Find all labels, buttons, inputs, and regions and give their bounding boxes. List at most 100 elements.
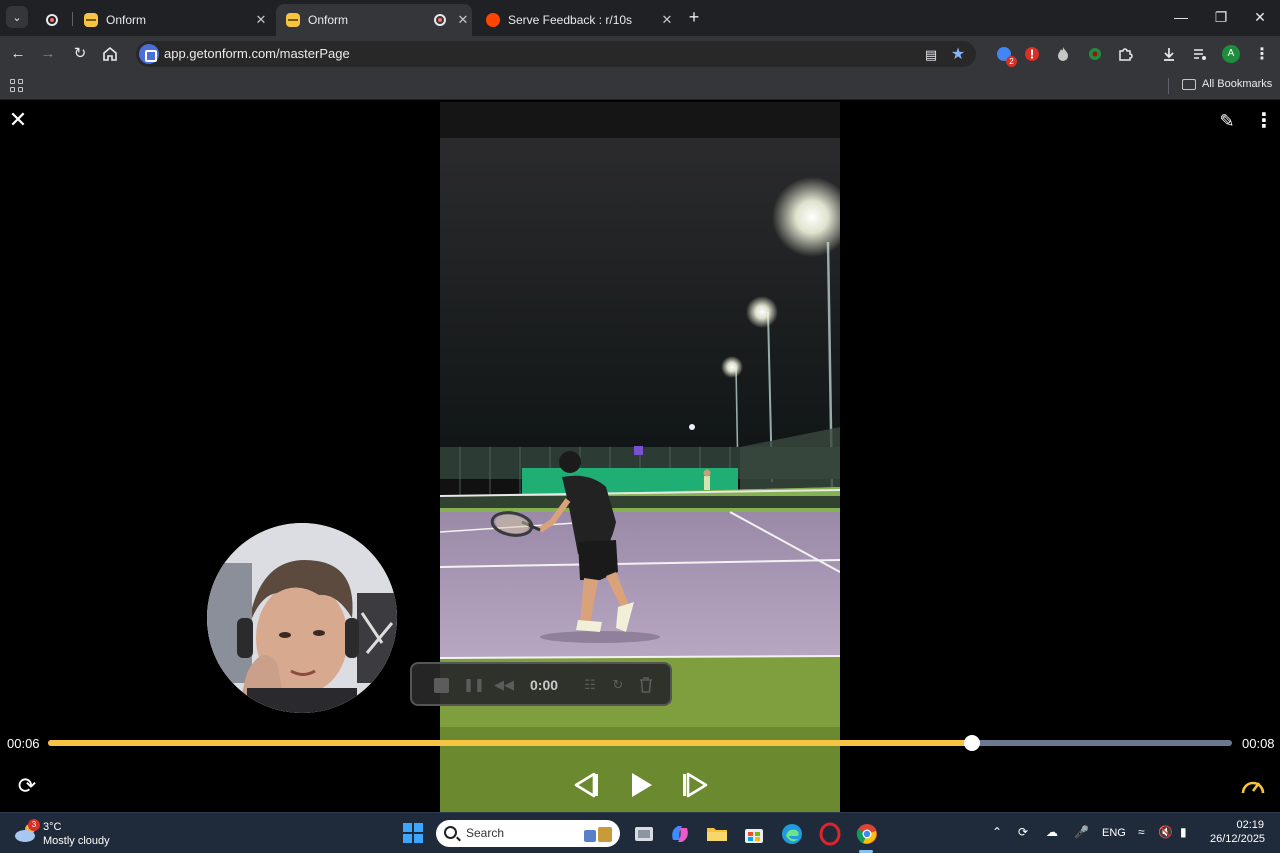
address-bar[interactable]: app.getonform.com/masterPage ▤ ★: [136, 41, 976, 67]
tab-onform-1[interactable]: Onform ✕: [74, 4, 270, 36]
extension-button-2[interactable]: [1022, 44, 1042, 64]
microphone-icon[interactable]: 🎤: [1074, 825, 1089, 839]
install-app-icon[interactable]: ▤: [922, 46, 940, 64]
close-icon: ✕: [8, 107, 28, 132]
webcam-bubble[interactable]: [207, 523, 397, 713]
close-viewer-button[interactable]: ✕: [8, 107, 28, 132]
copilot-button[interactable]: [668, 822, 692, 846]
total-duration: 00:08: [1242, 736, 1275, 751]
file-explorer-button[interactable]: [705, 822, 729, 846]
search-icon: [444, 826, 457, 839]
weather-widget[interactable]: 3 3°C Mostly cloudy: [14, 819, 114, 849]
playlist-icon: [1194, 49, 1206, 60]
tab-search-button[interactable]: ⌄: [6, 6, 28, 28]
minimize-button[interactable]: —: [1170, 6, 1192, 28]
windows-taskbar: 3 3°C Mostly cloudy Search ⌃ ⟳ ☁ 🎤 ENG ≈…: [0, 812, 1280, 853]
delete-recording-button[interactable]: [636, 675, 656, 695]
seek-bar-thumb[interactable]: [963, 735, 980, 751]
volume-muted-icon[interactable]: 🔇: [1158, 825, 1173, 839]
opera-button[interactable]: [818, 822, 842, 846]
media-controls-button[interactable]: [1190, 44, 1210, 64]
browser-menu-button[interactable]: ⋮: [1252, 44, 1272, 64]
taskbar-search[interactable]: Search: [436, 820, 620, 847]
battery-icon[interactable]: ▮: [1180, 825, 1187, 839]
downloads-button[interactable]: [1159, 44, 1179, 64]
tab-close-icon[interactable]: ✕: [658, 12, 676, 28]
edge-button[interactable]: [780, 822, 804, 846]
tab-separator: [72, 12, 73, 26]
stop-recording-button[interactable]: [431, 675, 451, 695]
arrow-left-icon: ←: [10, 45, 26, 62]
back-button[interactable]: ←: [8, 44, 28, 64]
site-info-icon[interactable]: [139, 44, 159, 64]
edit-button[interactable]: ✎: [1216, 110, 1238, 132]
pause-recording-button[interactable]: ❚❚: [463, 675, 485, 695]
system-clock[interactable]: 02:19 26/12/2025: [1210, 818, 1266, 846]
clock-date: 26/12/2025: [1210, 833, 1266, 845]
bookmark-star-icon[interactable]: ★: [949, 46, 967, 64]
record-indicator-icon: [46, 14, 58, 26]
reddit-favicon-icon: [486, 13, 500, 27]
speedometer-icon: [1241, 781, 1265, 794]
restore-button[interactable]: ❐: [1210, 6, 1232, 28]
onform-favicon-icon: [286, 13, 300, 27]
rewind-button[interactable]: ◀◀: [494, 675, 514, 695]
loop-button[interactable]: ⟳: [15, 774, 39, 798]
playback-speed-button[interactable]: [1240, 774, 1266, 798]
previous-frame-button[interactable]: [572, 769, 602, 801]
reload-button[interactable]: ↻: [70, 44, 90, 64]
tab-strip: ⌄ Onform ✕ Onform ✕ Serve Feedback : r/1…: [0, 0, 1280, 36]
current-time: 00:06: [7, 736, 40, 751]
play-icon: [632, 773, 652, 797]
onedrive-tray-icon[interactable]: ☁: [1046, 825, 1058, 839]
extension-button-4[interactable]: [1085, 44, 1105, 64]
start-button[interactable]: [403, 823, 423, 843]
recording-elapsed-time: 0:00: [530, 677, 559, 693]
play-button[interactable]: [626, 769, 656, 801]
voiceover-button[interactable]: ☷: [580, 675, 600, 695]
tab-label: Serve Feedback : r/10s: [508, 13, 633, 27]
copilot-icon: [672, 826, 688, 842]
show-hidden-icons-button[interactable]: ⌃: [992, 825, 1002, 839]
more-options-button[interactable]: ⋮: [1254, 110, 1274, 132]
forward-button[interactable]: →: [38, 44, 58, 64]
extension-button-3[interactable]: [1053, 44, 1073, 64]
seek-bar[interactable]: [48, 735, 1232, 751]
onform-favicon-icon: [84, 13, 98, 27]
tab-onform-2[interactable]: Onform ✕: [276, 4, 472, 36]
browser-toolbar: ← → ↻ app.getonform.com/masterPage ▤ ★ 2…: [0, 36, 1280, 72]
step-back-icon: [574, 772, 598, 798]
all-bookmarks-button[interactable]: All Bookmarks: [1182, 78, 1272, 90]
edge-icon: [782, 824, 802, 844]
new-tab-button[interactable]: +: [684, 6, 704, 28]
record-indicator-icon: [434, 14, 446, 26]
loop-icon: ⟳: [17, 773, 37, 798]
alert-shield-icon: [1025, 47, 1039, 61]
chrome-button[interactable]: [855, 822, 879, 846]
tab-recording-indicator[interactable]: [36, 4, 74, 36]
sync-tray-icon[interactable]: ⟳: [1018, 825, 1028, 839]
kebab-menu-icon: ⋮: [1254, 110, 1274, 132]
extension-badge: 2: [1006, 56, 1017, 67]
store-button[interactable]: [742, 822, 766, 846]
next-frame-button[interactable]: [680, 769, 710, 801]
home-button[interactable]: [100, 44, 120, 64]
tab-close-icon[interactable]: ✕: [454, 12, 472, 28]
extension-button-1[interactable]: 2: [994, 44, 1017, 67]
tab-reddit[interactable]: Serve Feedback : r/10s ✕: [476, 4, 676, 36]
wifi-icon[interactable]: ≈: [1138, 825, 1145, 839]
webcam-person-image: [207, 523, 397, 713]
profile-avatar[interactable]: A: [1222, 45, 1240, 63]
extensions-menu-button[interactable]: [1115, 44, 1135, 64]
pause-icon: ❚❚: [463, 677, 485, 692]
redo-button[interactable]: ↻: [608, 675, 628, 695]
all-bookmarks-label: All Bookmarks: [1202, 78, 1273, 90]
restore-icon: ❐: [1214, 9, 1228, 25]
tab-close-icon[interactable]: ✕: [252, 12, 270, 28]
video-viewer: ✕ ✎ ⋮ ❚❚ ◀◀ 0:00 ☷ ↻ 00:06 00:08 ⟳: [0, 102, 1280, 812]
language-indicator[interactable]: ENG: [1102, 827, 1126, 839]
close-window-button[interactable]: ✕: [1249, 6, 1271, 28]
apps-grid-icon[interactable]: [10, 79, 24, 93]
flame-icon: [1058, 47, 1068, 61]
task-view-button[interactable]: [632, 822, 656, 846]
